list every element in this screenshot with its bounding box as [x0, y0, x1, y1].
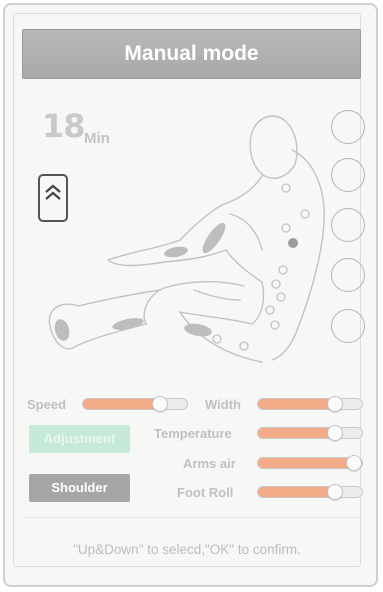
thigh-lower: [179, 311, 253, 325]
shoulder-button[interactable]: Shoulder: [29, 474, 130, 502]
temperature-slider-knob[interactable]: [326, 425, 343, 441]
instruction-hint: "Up&Down" to selecd,"OK" to confirm.: [73, 542, 301, 557]
back-node: [300, 209, 310, 219]
back-outline: [271, 149, 325, 361]
back-node: [281, 223, 291, 233]
knee-outline: [143, 287, 165, 325]
body-diagram: [48, 115, 325, 363]
page-title: Manual mode: [22, 29, 361, 79]
thigh-massage-zone: [184, 323, 212, 337]
back-node: [276, 292, 286, 302]
back-node: [270, 320, 280, 330]
back-node: [281, 183, 291, 193]
arms-air-slider[interactable]: [257, 455, 363, 471]
head-outline: [249, 115, 298, 179]
speed-slider-knob[interactable]: [151, 396, 168, 412]
width-slider-knob[interactable]: [326, 396, 343, 412]
back-node: [265, 305, 275, 315]
temperature-label: Temperature: [154, 426, 232, 441]
foot-roll-slider-fill: [258, 487, 335, 497]
width-slider-fill: [258, 399, 335, 409]
hip-outline: [251, 281, 265, 325]
temperature-slider[interactable]: [257, 425, 363, 441]
shoulder-outline: [221, 175, 263, 206]
adjustment-button[interactable]: Adjustment: [29, 425, 130, 453]
foot-roll-slider-knob[interactable]: [326, 484, 343, 500]
foot-roll-slider[interactable]: [257, 484, 363, 500]
divider: [22, 517, 360, 518]
hand-massage-zone: [164, 246, 188, 258]
chest-outline: [229, 213, 263, 251]
temperature-slider-fill: [258, 428, 335, 438]
width-slider[interactable]: [257, 396, 363, 412]
back-node: [271, 279, 281, 289]
thigh-upper: [163, 281, 245, 289]
arms-air-label: Arms air: [183, 456, 236, 471]
calf-massage-zone: [112, 318, 144, 330]
speed-label: Speed: [27, 397, 67, 412]
leg-cushion: [193, 289, 241, 301]
torso-front: [225, 249, 263, 283]
speed-slider[interactable]: [82, 396, 188, 412]
back-node: [212, 334, 222, 344]
speed-slider-fill: [83, 399, 160, 409]
arms-air-slider-knob[interactable]: [346, 455, 362, 471]
back-node: [239, 341, 249, 351]
arms-air-slider-fill: [258, 458, 354, 468]
back-node: [278, 265, 288, 275]
width-label: Width: [205, 397, 241, 412]
calf-lower: [75, 323, 147, 347]
back-node-active: [288, 238, 298, 248]
foot-roll-label: Foot Roll: [177, 485, 234, 500]
